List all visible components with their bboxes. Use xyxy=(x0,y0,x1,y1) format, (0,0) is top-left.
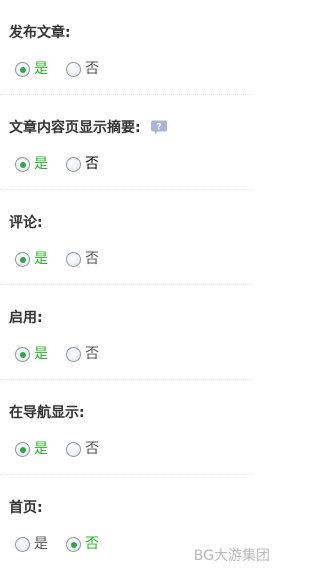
radio-button[interactable] xyxy=(66,157,81,172)
radio-button-checked[interactable] xyxy=(15,252,30,267)
radio-label-yes: 是 xyxy=(34,536,48,552)
radio-label-no: 否 xyxy=(85,251,99,267)
radio-button-checked[interactable] xyxy=(15,62,30,77)
radio-label-yes: 是 xyxy=(34,251,48,267)
radio-label-no: 否 xyxy=(85,156,99,172)
radio-option-yes[interactable]: 是 xyxy=(15,347,48,362)
radio-group-homepage: 是 否 xyxy=(15,537,117,552)
radio-option-no[interactable]: 否 xyxy=(66,62,99,77)
section-title: 文章内容页显示摘要: ? xyxy=(9,117,168,137)
radio-group-show-in-nav: 是 否 xyxy=(15,442,117,457)
section-title: 评论: xyxy=(9,212,43,232)
radio-option-no[interactable]: 否 xyxy=(66,252,99,267)
section-show-summary: 文章内容页显示摘要: ? 是 否 xyxy=(0,95,252,190)
radio-button-checked[interactable] xyxy=(66,537,81,552)
radio-group-show-summary: 是 否 xyxy=(15,157,117,172)
section-title-text: 首页: xyxy=(9,500,43,516)
radio-button[interactable] xyxy=(66,252,81,267)
radio-group-publish-article: 是 否 xyxy=(15,62,117,77)
radio-option-no[interactable]: 否 xyxy=(66,537,99,552)
section-show-in-nav: 在导航显示: 是 否 xyxy=(0,380,252,475)
section-title: 发布文章: xyxy=(9,22,71,42)
radio-label-yes: 是 xyxy=(34,61,48,77)
help-bubble-icon[interactable]: ? xyxy=(150,119,168,136)
radio-label-yes: 是 xyxy=(34,441,48,457)
radio-label-yes: 是 xyxy=(34,156,48,172)
section-title-text: 启用: xyxy=(9,310,43,326)
section-enable: 启用: 是 否 xyxy=(0,285,252,380)
section-title: 首页: xyxy=(9,497,43,517)
radio-option-yes[interactable]: 是 xyxy=(15,62,48,77)
section-title-text: 评论: xyxy=(9,215,43,231)
radio-label-no: 否 xyxy=(85,441,99,457)
radio-label-no: 否 xyxy=(85,346,99,362)
radio-button[interactable] xyxy=(66,62,81,77)
section-title-text: 发布文章: xyxy=(9,25,71,41)
radio-button-checked[interactable] xyxy=(15,347,30,362)
radio-option-yes[interactable]: 是 xyxy=(15,537,48,552)
radio-group-enable: 是 否 xyxy=(15,347,117,362)
section-title-text: 文章内容页显示摘要: xyxy=(9,120,141,136)
radio-option-yes[interactable]: 是 xyxy=(15,442,48,457)
radio-label-no: 否 xyxy=(85,61,99,77)
radio-option-yes[interactable]: 是 xyxy=(15,252,48,267)
section-title-text: 在导航显示: xyxy=(9,405,85,421)
section-title: 启用: xyxy=(9,307,43,327)
section-comments: 评论: 是 否 xyxy=(0,190,252,285)
radio-button[interactable] xyxy=(66,347,81,362)
radio-button[interactable] xyxy=(15,537,30,552)
radio-button[interactable] xyxy=(66,442,81,457)
radio-option-no[interactable]: 否 xyxy=(66,442,99,457)
radio-group-comments: 是 否 xyxy=(15,252,117,267)
section-title: 在导航显示: xyxy=(9,402,85,422)
radio-button-checked[interactable] xyxy=(15,442,30,457)
radio-option-no[interactable]: 否 xyxy=(66,347,99,362)
section-publish-article: 发布文章: 是 否 xyxy=(0,0,252,95)
radio-button-checked[interactable] xyxy=(15,157,30,172)
radio-option-yes[interactable]: 是 xyxy=(15,157,48,172)
radio-label-no: 否 xyxy=(85,536,99,552)
svg-text:?: ? xyxy=(156,122,161,132)
radio-label-yes: 是 xyxy=(34,346,48,362)
radio-option-no[interactable]: 否 xyxy=(66,157,99,172)
settings-form: 发布文章: 是 否 文章内容页显示摘要: ? 是 否 评论: 是 否 启用: 是… xyxy=(0,0,278,569)
watermark-text: BG大游集团 xyxy=(193,548,270,564)
